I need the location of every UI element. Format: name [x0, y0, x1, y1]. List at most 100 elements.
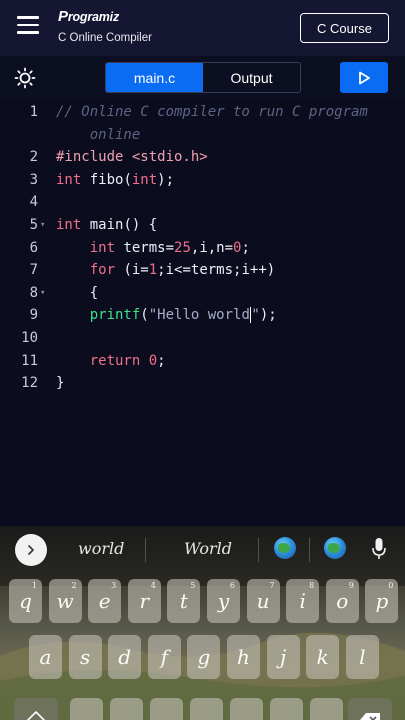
code-token: fibo(	[81, 171, 132, 188]
theme-toggle-sun-icon[interactable]	[14, 67, 36, 89]
key-label: u	[256, 589, 270, 613]
key-number-hint: 8	[309, 581, 315, 590]
key-number-hint: 6	[229, 581, 235, 590]
code-text: printf("Hello world ");	[56, 304, 277, 327]
code-text: {	[56, 282, 98, 305]
line-number: 12	[21, 375, 38, 392]
code-line[interactable]: online	[0, 124, 405, 147]
key-label: y	[217, 589, 230, 613]
key-label: i	[299, 589, 306, 613]
key-f[interactable]: f	[147, 635, 181, 679]
code-line[interactable]: 4	[0, 191, 405, 214]
fold-arrow-icon[interactable]: ▾	[40, 282, 45, 305]
code-line[interactable]: 9 printf("Hello world ");	[0, 304, 405, 327]
key-b[interactable]	[230, 698, 263, 720]
code-token: ,i,n=	[190, 239, 234, 256]
code-line[interactable]: 11 return 0;	[0, 350, 405, 373]
key-e[interactable]: e3	[88, 579, 122, 623]
key-g[interactable]: g	[187, 635, 221, 679]
code-line[interactable]: 1 // Online C compiler to run C program	[0, 101, 405, 124]
code-line[interactable]: 8 ▾ {	[0, 282, 405, 305]
code-text: for (i=1;i<=terms;i++)	[56, 259, 275, 282]
key-p[interactable]: p0	[365, 579, 399, 623]
key-number-hint: 5	[190, 581, 196, 590]
key-w[interactable]: w2	[48, 579, 82, 623]
code-line[interactable]: 2 #include <stdio.h>	[0, 146, 405, 169]
code-token: ;	[157, 352, 166, 369]
key-number-hint: 0	[388, 581, 394, 590]
key-x[interactable]	[110, 698, 143, 720]
globe-emoji-icon[interactable]	[274, 537, 296, 559]
code-editor[interactable]: 1 // Online C compiler to run C program o…	[0, 100, 405, 526]
key-o[interactable]: o9	[325, 579, 359, 623]
key-y[interactable]: y6	[207, 579, 240, 623]
key-s[interactable]: s	[68, 635, 102, 679]
code-line[interactable]: 6 int terms=25,i,n=0;	[0, 237, 405, 260]
tab-main-c[interactable]: main.c	[106, 63, 203, 92]
globe-emoji-icon[interactable]	[324, 537, 346, 559]
key-n[interactable]	[270, 698, 303, 720]
line-number: 7	[29, 262, 38, 279]
key-j[interactable]: j	[266, 635, 300, 679]
key-number-hint: 7	[269, 581, 275, 590]
key-i[interactable]: i8	[286, 579, 320, 623]
code-token: // Online C compiler to run C program	[56, 104, 368, 120]
key-q[interactable]: q1	[9, 579, 42, 623]
expand-toolbar-button[interactable]	[15, 534, 47, 566]
programiz-logo[interactable]: Programiz	[58, 8, 119, 25]
key-label: h	[237, 645, 250, 669]
key-h[interactable]: h	[227, 635, 260, 679]
code-token: "Hello world	[148, 307, 250, 324]
key-a[interactable]: a	[29, 635, 62, 679]
file-tabs: main.c Output	[105, 62, 301, 93]
on-screen-keyboard: world World q1w2e3r4t5y6u7i8o9p0 asdfghj…	[0, 526, 405, 720]
key-label: a	[39, 645, 52, 669]
code-token: 25	[174, 239, 191, 256]
key-r[interactable]: r4	[127, 579, 161, 623]
code-token: return	[89, 352, 141, 369]
line-number: 10	[21, 330, 38, 346]
app-header: Programiz C Online Compiler C Course	[0, 0, 405, 56]
key-label: k	[316, 645, 329, 669]
key-u[interactable]: u7	[246, 579, 280, 623]
suggestion-word-2[interactable]: World	[184, 539, 232, 558]
key-z[interactable]	[70, 698, 103, 720]
menu-icon[interactable]	[17, 16, 39, 34]
code-line[interactable]: 10	[0, 327, 405, 350]
code-text: }	[56, 372, 64, 395]
key-c[interactable]	[150, 698, 183, 720]
key-label: q	[19, 589, 32, 613]
microphone-icon[interactable]	[371, 537, 387, 561]
code-token: 1	[148, 262, 158, 279]
key-t[interactable]: t5	[167, 579, 201, 623]
code-text: int terms=25,i,n=0;	[56, 237, 250, 260]
run-button[interactable]	[340, 62, 388, 93]
code-token: int	[131, 171, 158, 188]
code-token: 0	[148, 352, 158, 369]
code-text: // Online C compiler to run C program	[56, 101, 368, 124]
key-l[interactable]: l	[345, 635, 379, 679]
shift-key[interactable]	[14, 698, 58, 720]
key-m[interactable]	[310, 698, 343, 720]
code-line[interactable]: 7 for (i=1;i<=terms;i++)	[0, 259, 405, 282]
c-course-button[interactable]: C Course	[300, 13, 389, 43]
fold-arrow-icon[interactable]: ▾	[40, 214, 45, 237]
key-v[interactable]	[190, 698, 223, 720]
logo-text: rogramiz	[67, 10, 120, 24]
code-token: printf	[89, 307, 141, 324]
suggestion-divider	[258, 538, 259, 562]
code-token: );	[157, 171, 175, 188]
key-k[interactable]: k	[306, 635, 340, 679]
key-d[interactable]: d	[108, 635, 142, 679]
backspace-key[interactable]	[348, 698, 392, 720]
code-line[interactable]: 3 int fibo(int);	[0, 169, 405, 192]
code-line[interactable]: 12}	[0, 372, 405, 395]
code-line[interactable]: 5 ▾ int main() {	[0, 214, 405, 237]
code-text: int fibo(int);	[56, 169, 174, 192]
suggestion-word-1[interactable]: world	[78, 539, 124, 558]
code-token: ;i<=terms;i++)	[157, 262, 276, 279]
tab-output[interactable]: Output	[203, 63, 300, 92]
